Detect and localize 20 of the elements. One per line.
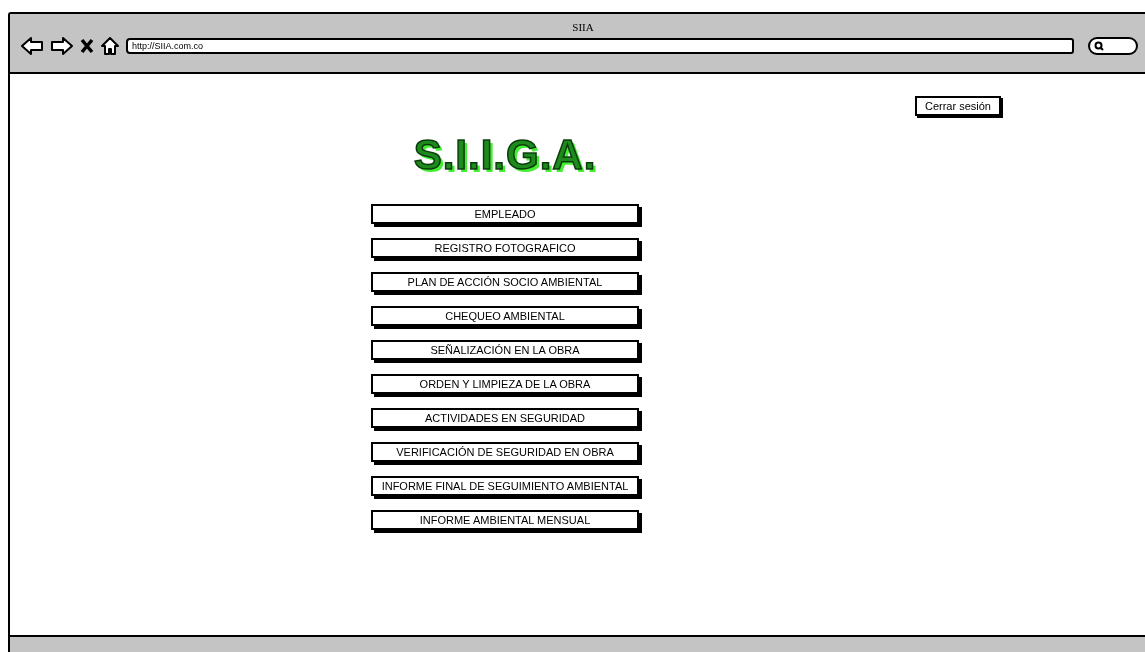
forward-arrow-icon[interactable] [50,36,74,56]
window-title: SIIA [571,20,595,34]
menu-button[interactable]: ORDEN Y LIMPIEZA DE LA OBRA [371,374,639,394]
menu-button[interactable]: VERIFICACIÓN DE SEGURIDAD EN OBRA [371,442,639,462]
menu-button[interactable]: SEÑALIZACIÓN EN LA OBRA [371,340,639,360]
menu-button[interactable]: ACTIVIDADES EN SEGURIDAD [371,408,639,428]
address-field[interactable]: http://SIIA.com.co [126,38,1074,54]
menu-button[interactable]: INFORME AMBIENTAL MENSUAL [371,510,639,530]
menu-button[interactable]: EMPLEADO [371,204,639,224]
search-field[interactable] [1088,37,1138,55]
logout-button[interactable]: Cerrar sesión [914,96,1001,116]
search-icon [1094,41,1104,51]
back-arrow-icon[interactable] [20,36,44,56]
menu-button[interactable]: INFORME FINAL DE SEGUIMIENTO AMBIENTAL [371,476,639,496]
menu-button[interactable]: PLAN DE ACCIÓN SOCIO AMBIENTAL [371,272,639,292]
close-icon[interactable] [80,38,94,54]
menu-button[interactable]: CHEQUEO AMBIENTAL [371,306,639,326]
logo: S.I.I.G.A. [413,134,597,176]
menu-button[interactable]: REGISTRO FOTOGRAFICO [371,238,639,258]
home-icon[interactable] [100,36,120,56]
